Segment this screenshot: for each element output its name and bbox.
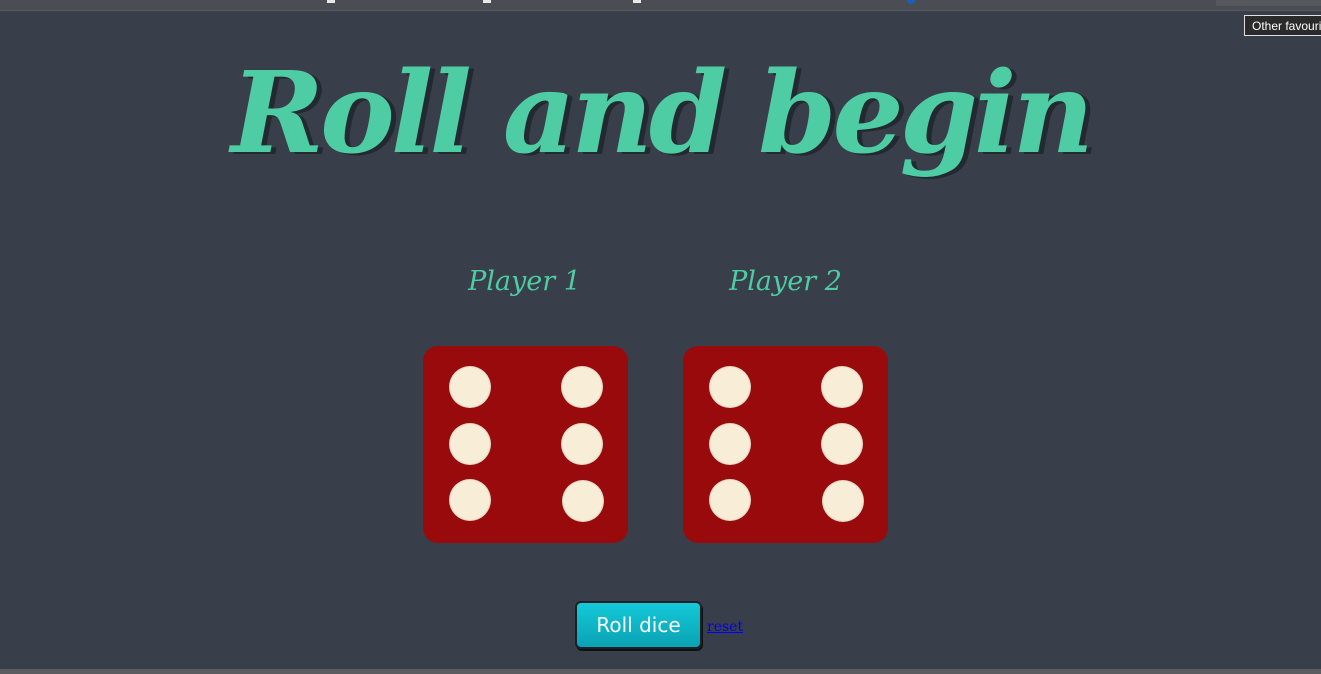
player-2-die (683, 346, 888, 543)
die-pip (821, 366, 863, 408)
reset-link[interactable]: reset (707, 619, 743, 635)
bottom-scrollbar-track (0, 669, 1321, 674)
die-pip (822, 480, 864, 522)
player-2-label: Player 2 (729, 266, 842, 297)
favorite-item-icon[interactable] (483, 0, 491, 3)
die-pip (449, 479, 491, 521)
browser-favorites-bar (0, 0, 1321, 11)
die-pip (561, 366, 603, 408)
favorite-item-icon[interactable] (633, 0, 641, 3)
die-pip (821, 423, 863, 465)
die-pip (562, 480, 604, 522)
die-pip (561, 423, 603, 465)
other-favourites-button[interactable] (1216, 0, 1321, 6)
favorite-item-icon[interactable] (907, 0, 915, 4)
roll-dice-button[interactable]: Roll dice (575, 601, 702, 649)
page-title: Roll and begin (230, 48, 1094, 179)
die-pip (449, 366, 491, 408)
die-pip (449, 423, 491, 465)
favorite-item-icon[interactable] (327, 0, 335, 3)
player-1-label: Player 1 (468, 266, 581, 297)
die-pip (709, 423, 751, 465)
die-pip (709, 479, 751, 521)
tooltip: Other favourites (1244, 15, 1321, 36)
player-1-die (423, 346, 628, 543)
die-pip (709, 366, 751, 408)
